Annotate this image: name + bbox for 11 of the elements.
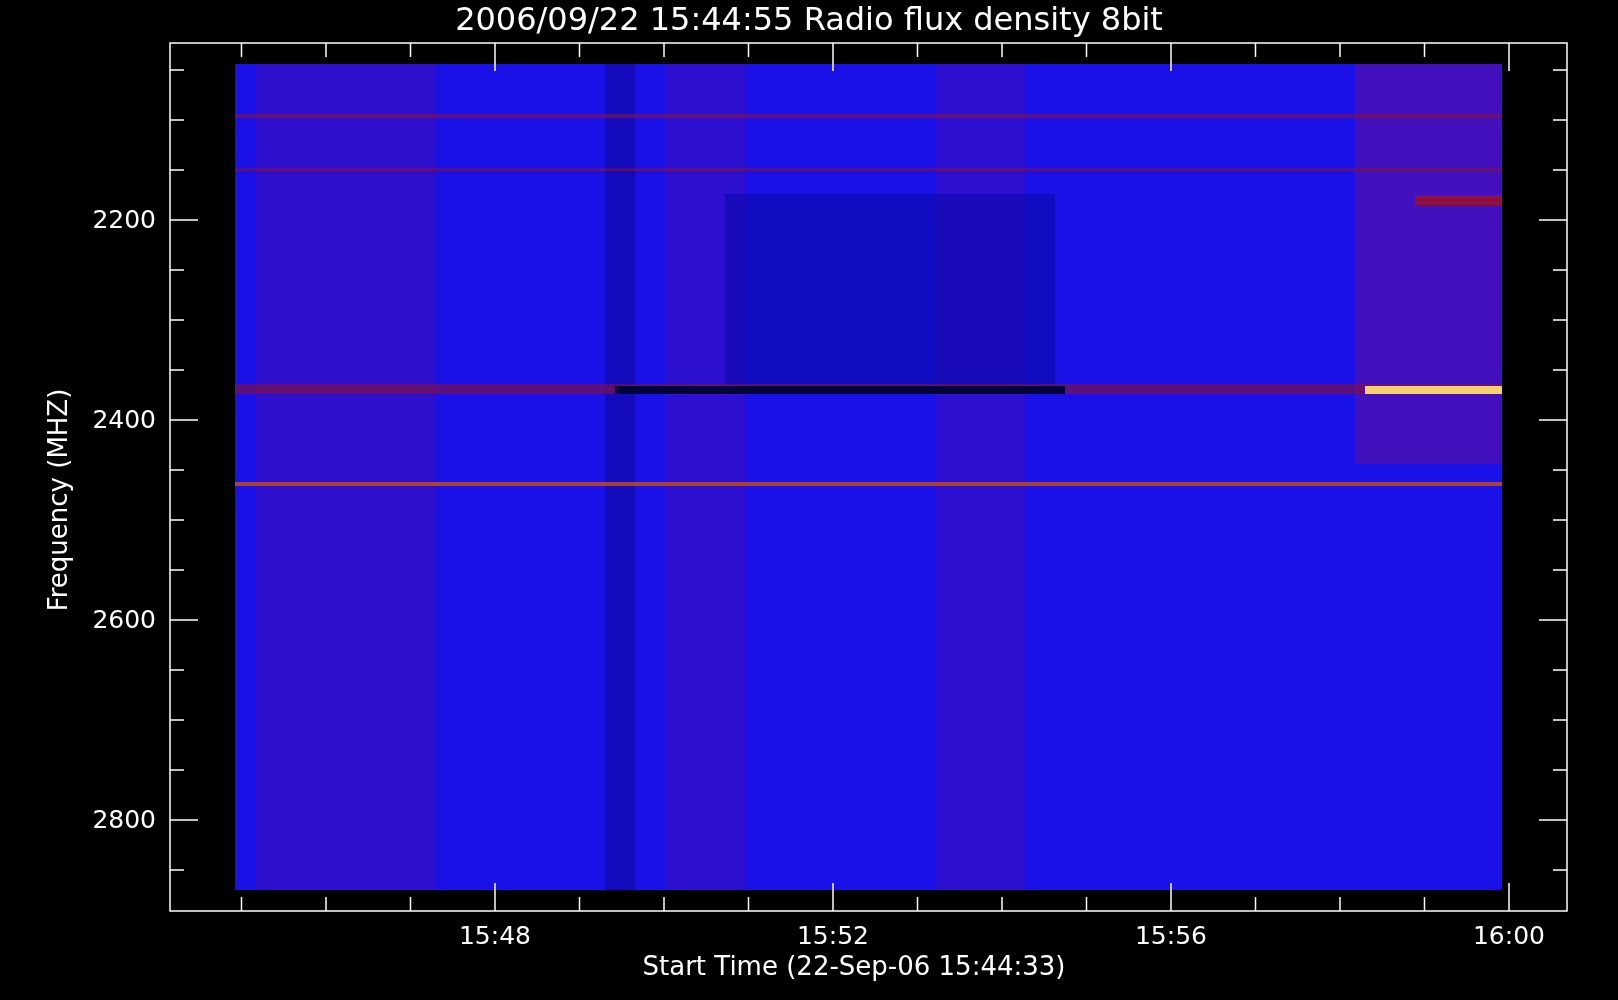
y-tick-label: 2800 — [91, 806, 156, 834]
y-tick-label: 2600 — [91, 606, 156, 634]
chart-title: 2006/09/22 15:44:55 Radio flux density 8bit — [455, 0, 1163, 38]
y-tick-label: 2200 — [91, 206, 156, 234]
x-tick-label: 15:48 — [457, 922, 532, 950]
y-tick-label: 2400 — [91, 406, 156, 434]
x-tick-label: 15:56 — [1133, 922, 1208, 950]
x-tick-label: 16:00 — [1471, 922, 1546, 950]
x-axis-label: Start Time (22-Sep-06 15:44:33) — [642, 950, 1066, 982]
x-tick-label: 15:52 — [795, 922, 870, 950]
y-axis-label: Frequency (MHZ) — [42, 388, 74, 612]
